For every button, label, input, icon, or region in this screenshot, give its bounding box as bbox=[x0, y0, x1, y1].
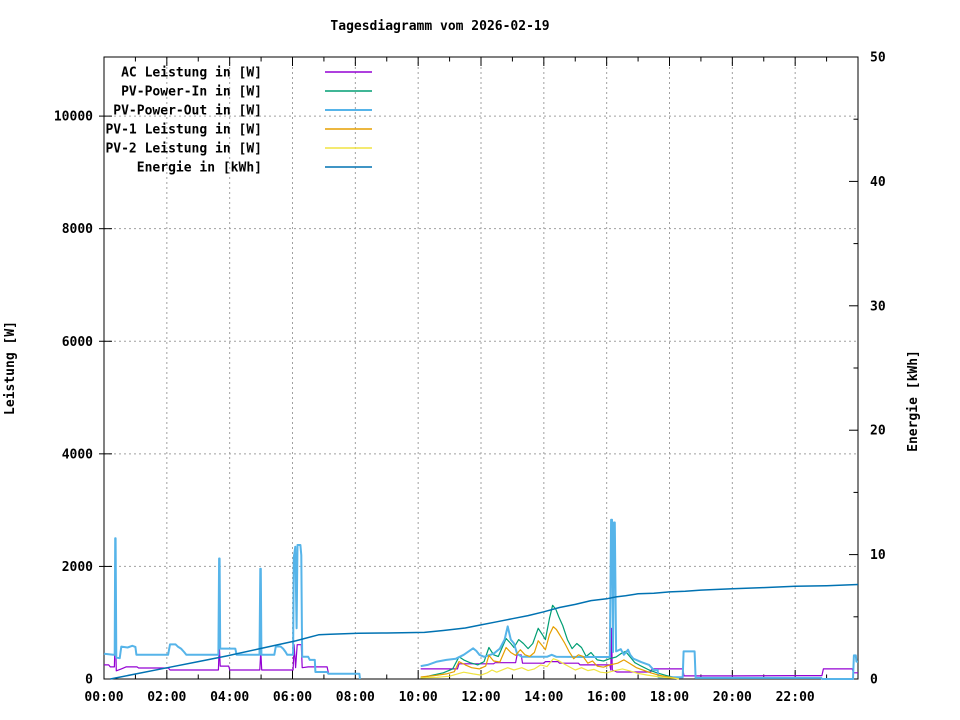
series-pv_in bbox=[420, 604, 680, 680]
y2-tick-label: 50 bbox=[870, 51, 886, 66]
tagesdiagramm-chart: 00:00 02:00 04:00 06:00 08:00 10:00 12:00 14:00… bbox=[3, 19, 921, 705]
legend: AC Leistung in [W] PV-Power-In in [W] PV-P… bbox=[105, 66, 372, 176]
left-axis-title: Leistung [W] bbox=[3, 321, 18, 415]
x-tick-label: 14:00 bbox=[524, 690, 563, 705]
legend-item: Energie in [kWh] bbox=[137, 161, 372, 176]
x-tick-label: 02:00 bbox=[147, 690, 186, 705]
y-tick-label: 10000 bbox=[54, 110, 93, 125]
x-tick-label: 10:00 bbox=[399, 690, 438, 705]
y-tick-label: 0 bbox=[85, 673, 93, 688]
legend-label: PV-Power-Out in [W] bbox=[113, 104, 262, 119]
legend-label: Energie in [kWh] bbox=[137, 161, 262, 176]
series-pv_out bbox=[103, 537, 361, 680]
legend-item: AC Leistung in [W] bbox=[121, 66, 372, 81]
chart-canvas: 00:00 02:00 04:00 06:00 08:00 10:00 12:00 14:00… bbox=[0, 0, 960, 720]
series-pv1 bbox=[420, 626, 680, 680]
y2-tick-label: 40 bbox=[870, 175, 886, 190]
x-tick-label: 00:00 bbox=[84, 690, 123, 705]
legend-label: PV-1 Leistung in [W] bbox=[105, 123, 262, 138]
legend-item: PV-Power-Out in [W] bbox=[113, 104, 372, 119]
legend-item: PV-2 Leistung in [W] bbox=[105, 142, 372, 157]
y2-tick-label: 20 bbox=[870, 424, 886, 439]
y-tick-label: 4000 bbox=[62, 447, 93, 462]
x-tick-label: 08:00 bbox=[336, 690, 375, 705]
y-tick-label: 6000 bbox=[62, 335, 93, 350]
legend-item: PV-1 Leistung in [W] bbox=[105, 123, 372, 138]
x-tick-label: 16:00 bbox=[587, 690, 626, 705]
x-tick-label: 12:00 bbox=[461, 690, 500, 705]
legend-label: PV-Power-In in [W] bbox=[121, 85, 262, 100]
y2-tick-label: 10 bbox=[870, 548, 886, 563]
y2-tick-label: 0 bbox=[870, 673, 878, 688]
x-tick-label: 04:00 bbox=[210, 690, 249, 705]
y2-tick-label: 30 bbox=[870, 299, 886, 314]
series-energie bbox=[110, 583, 859, 680]
chart-title: Tagesdiagramm vom 2026-02-19 bbox=[330, 19, 549, 34]
right-axis-title: Energie [kWh] bbox=[906, 350, 921, 452]
x-tick-label: 22:00 bbox=[776, 690, 815, 705]
legend-label: AC Leistung in [W] bbox=[121, 66, 262, 81]
x-tick-label: 06:00 bbox=[273, 690, 312, 705]
y-tick-label: 8000 bbox=[62, 222, 93, 237]
x-tick-label: 18:00 bbox=[650, 690, 689, 705]
series-pv_out bbox=[420, 518, 858, 680]
y-tick-label: 2000 bbox=[62, 560, 93, 575]
legend-label: PV-2 Leistung in [W] bbox=[105, 142, 262, 157]
x-tick-label: 20:00 bbox=[713, 690, 752, 705]
legend-item: PV-Power-In in [W] bbox=[121, 85, 372, 100]
